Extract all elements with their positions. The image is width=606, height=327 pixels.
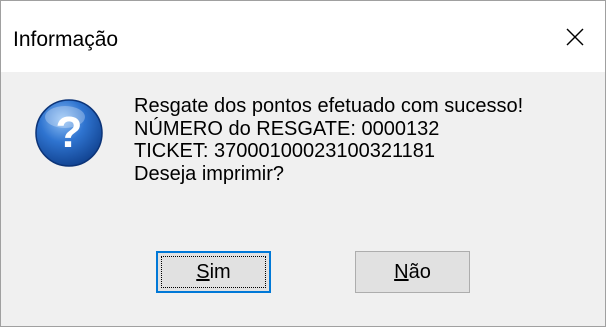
no-button-label: Não [394, 260, 431, 283]
yes-button[interactable]: Sim [156, 251, 271, 293]
message-text: Resgate dos pontos efetuado com sucesso!… [134, 95, 523, 185]
close-icon [566, 28, 584, 46]
title-bar: Informação [1, 1, 605, 72]
message-line-redemption-number: NÚMERO do RESGATE: 0000132 [134, 117, 440, 140]
information-dialog: Informação ? Resgate dos pontos efetuado… [0, 0, 606, 327]
no-button[interactable]: Não [355, 251, 470, 293]
close-button[interactable] [545, 9, 605, 65]
dialog-title: Informação [13, 28, 119, 51]
question-icon: ? [35, 99, 103, 167]
message-line-success: Resgate dos pontos efetuado com sucesso! [134, 95, 524, 117]
svg-text:?: ? [56, 108, 83, 157]
message-line-print-question: Deseja imprimir? [134, 162, 285, 185]
yes-button-label: Sim [196, 260, 231, 283]
dialog-content: ? Resgate dos pontos efetuado com sucess… [1, 72, 605, 326]
message-line-ticket: TICKET: 37000100023100321181 [134, 140, 435, 162]
